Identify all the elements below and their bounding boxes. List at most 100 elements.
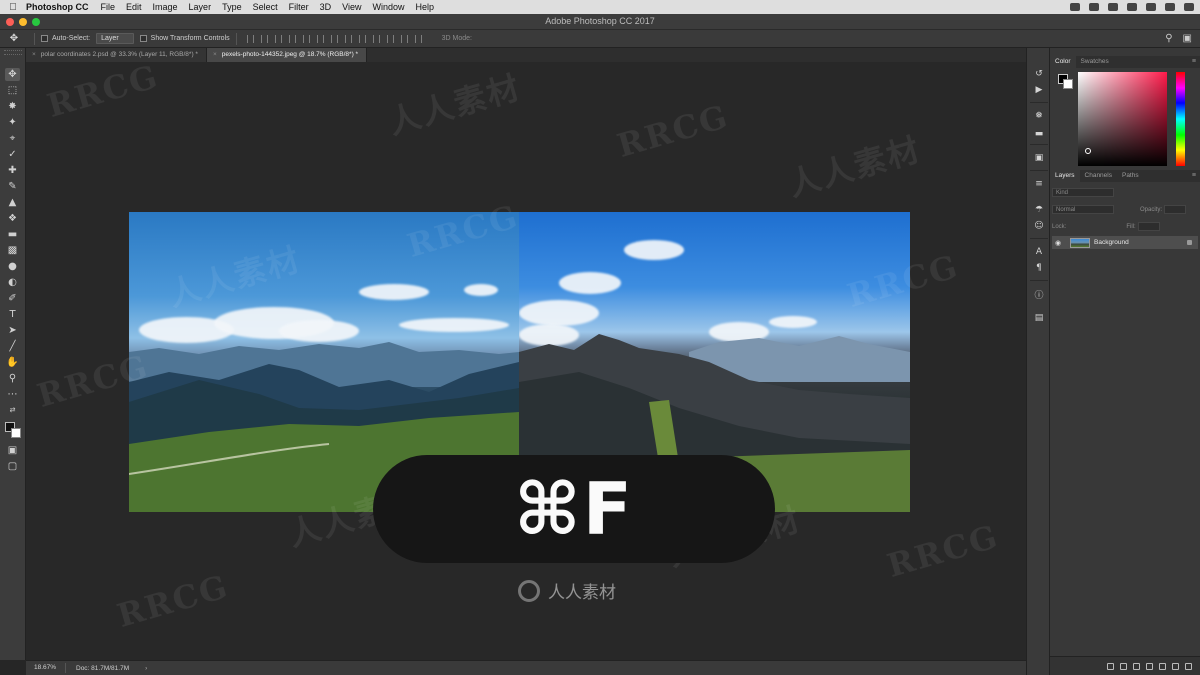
history-icon[interactable]: ↺ xyxy=(1033,68,1045,80)
opacity-field[interactable] xyxy=(1164,205,1187,214)
align-hcenter-icon[interactable] xyxy=(302,34,310,43)
healing-tool-icon[interactable]: ✚ xyxy=(5,164,20,177)
document-canvas[interactable]: RRCG 人人素材 RRCG 人人素材 RRCG RRCG 人人素材 人人素材 … xyxy=(26,62,1026,660)
align-left-icon[interactable] xyxy=(288,34,296,43)
lasso-tool-icon[interactable]: ✸ xyxy=(5,100,20,113)
distribute-vcenter-icon[interactable] xyxy=(344,34,352,43)
menu-layer[interactable]: Layer xyxy=(189,2,212,12)
zoom-level[interactable]: 18.67% xyxy=(26,663,66,673)
color-picker-cursor[interactable] xyxy=(1085,148,1091,154)
dodge-tool-icon[interactable]: ◐ xyxy=(5,276,20,289)
distribute-bottom-icon[interactable] xyxy=(358,34,366,43)
tab-paths[interactable]: Paths xyxy=(1117,170,1144,182)
menu-window[interactable]: Window xyxy=(372,2,404,12)
distribute-hcenter-icon[interactable] xyxy=(386,34,394,43)
align-top-icon[interactable] xyxy=(246,34,254,43)
pen-tool-icon[interactable]: ✐ xyxy=(5,292,20,305)
align-bottom-icon[interactable] xyxy=(274,34,282,43)
workspace-icon[interactable]: ▣ xyxy=(1183,33,1192,44)
blur-tool-icon[interactable]: ● xyxy=(5,260,20,273)
spotlight-icon[interactable] xyxy=(1165,3,1175,11)
move-tool-icon[interactable]: ✥ xyxy=(5,68,20,81)
panel-background-swatch[interactable] xyxy=(1063,79,1073,89)
swap-colors-icon[interactable]: ⇄ xyxy=(5,404,20,417)
battery-icon[interactable] xyxy=(1146,3,1156,11)
apple-icon[interactable]:  xyxy=(0,2,26,13)
more-tools-icon[interactable]: ⋯ xyxy=(5,388,20,401)
history-brush-tool-icon[interactable]: ❖ xyxy=(5,212,20,225)
gradient-tool-icon[interactable]: ▩ xyxy=(5,244,20,257)
character-icon[interactable]: A xyxy=(1033,246,1045,258)
align-vcenter-icon[interactable] xyxy=(260,34,268,43)
layer-comps-icon[interactable]: ▤ xyxy=(1033,312,1045,324)
paragraph-icon[interactable]: ¶ xyxy=(1033,262,1045,274)
align-right-icon[interactable] xyxy=(316,34,324,43)
toolbar-grip[interactable] xyxy=(4,50,22,55)
new-layer-icon[interactable] xyxy=(1172,662,1179,670)
tab-swatches[interactable]: Swatches xyxy=(1076,56,1114,68)
color-field[interactable] xyxy=(1078,72,1167,166)
info-icon[interactable]: ⓘ xyxy=(1033,290,1045,302)
layer-style-icon[interactable] xyxy=(1120,662,1127,670)
menu-3d[interactable]: 3D xyxy=(320,2,332,12)
layer-kind-filter[interactable]: Kind xyxy=(1052,188,1114,197)
actions-play-icon[interactable]: ▶ xyxy=(1033,84,1045,96)
menu-image[interactable]: Image xyxy=(153,2,178,12)
auto-align-icon[interactable] xyxy=(414,34,422,43)
layer-row[interactable]: ◉ Background xyxy=(1052,236,1198,249)
menu-select[interactable]: Select xyxy=(253,2,278,12)
libraries-icon[interactable]: ☂ xyxy=(1033,204,1045,216)
panel-menu-icon[interactable]: ≡ xyxy=(1192,56,1196,68)
new-group-icon[interactable] xyxy=(1159,662,1166,670)
delete-layer-icon[interactable] xyxy=(1185,662,1192,670)
status-menu-icon[interactable]: › xyxy=(145,665,147,672)
eraser-tool-icon[interactable]: ▬ xyxy=(5,228,20,241)
dropbox-icon[interactable] xyxy=(1089,3,1099,11)
brush-tool-icon[interactable]: ✎ xyxy=(5,180,20,193)
distribute-left-icon[interactable] xyxy=(372,34,380,43)
clone-source-icon[interactable]: ▣ xyxy=(1033,152,1045,164)
menu-help[interactable]: Help xyxy=(415,2,434,12)
close-tab-icon[interactable]: × xyxy=(213,51,217,58)
screen-record-icon[interactable] xyxy=(1070,3,1080,11)
adjustment-layer-icon[interactable] xyxy=(1146,662,1153,670)
layer-lock-icon[interactable] xyxy=(1187,240,1192,245)
fill-field[interactable] xyxy=(1137,222,1160,231)
hue-slider[interactable] xyxy=(1176,72,1185,166)
auto-select-checkbox[interactable] xyxy=(41,35,48,42)
menu-view[interactable]: View xyxy=(342,2,361,12)
path-select-tool-icon[interactable]: ➤ xyxy=(5,324,20,337)
marquee-tool-icon[interactable]: ⬚ xyxy=(5,84,20,97)
brush-settings-icon[interactable]: ❅ xyxy=(1033,110,1045,122)
blend-mode-dropdown[interactable]: Normal xyxy=(1052,205,1114,214)
menu-filter[interactable]: Filter xyxy=(289,2,309,12)
wifi-icon[interactable] xyxy=(1108,3,1118,11)
type-tool-icon[interactable]: T xyxy=(5,308,20,321)
distribute-right-icon[interactable] xyxy=(400,34,408,43)
tab-color[interactable]: Color xyxy=(1050,56,1076,68)
hand-tool-icon[interactable]: ✋ xyxy=(5,356,20,369)
panel-menu-icon[interactable]: ≡ xyxy=(1192,170,1196,182)
auto-select-dropdown[interactable]: Layer xyxy=(96,33,134,44)
add-mask-icon[interactable] xyxy=(1133,662,1140,670)
line-tool-icon[interactable]: ╱ xyxy=(5,340,20,353)
zoom-tool-icon[interactable]: ⚲ xyxy=(5,372,20,385)
clone-stamp-tool-icon[interactable]: ▲ xyxy=(5,196,20,209)
menu-edit[interactable]: Edit xyxy=(126,2,142,12)
quick-mask-icon[interactable]: ▣ xyxy=(5,444,20,457)
properties-icon[interactable]: ☺ xyxy=(1033,220,1045,232)
menu-type[interactable]: Type xyxy=(222,2,242,12)
document-tab-active[interactable]: × pexels-photo-144352.jpeg @ 18.7% (RGB/8… xyxy=(206,48,368,62)
screen-mode-icon[interactable]: ▢ xyxy=(5,460,20,473)
adjustments-icon[interactable]: ≡ xyxy=(1033,178,1045,190)
quick-select-tool-icon[interactable]: ✦ xyxy=(5,116,20,129)
eyedropper-tool-icon[interactable]: ✓ xyxy=(5,148,20,161)
notification-icon[interactable] xyxy=(1184,3,1194,11)
search-icon[interactable]: ⚲ xyxy=(1165,33,1172,44)
volume-icon[interactable] xyxy=(1127,3,1137,11)
distribute-top-icon[interactable] xyxy=(330,34,338,43)
tab-channels[interactable]: Channels xyxy=(1080,170,1117,182)
transform-controls-checkbox[interactable] xyxy=(139,35,147,42)
menu-file[interactable]: File xyxy=(101,2,116,12)
tab-layers[interactable]: Layers xyxy=(1050,170,1080,182)
